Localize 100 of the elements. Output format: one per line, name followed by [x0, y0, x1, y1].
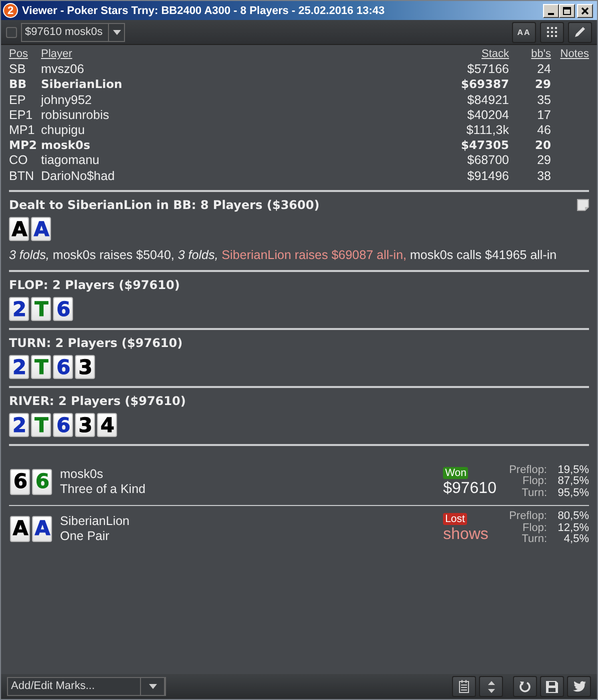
playing-card: 6 [53, 412, 73, 437]
up-down-icon [488, 680, 494, 692]
marks-dropdown[interactable]: Add/Edit Marks... [7, 677, 166, 696]
grid-icon [547, 27, 557, 37]
table-cell-text: $84921 [466, 92, 509, 108]
table-cell-text: 35 [536, 92, 551, 108]
table-cell-text: DarioNo$had [41, 168, 116, 184]
table-cell-text: mosk0s [41, 138, 92, 154]
street-title: Dealt to SiberianLion in BB: 8 Players ($3600) [9, 196, 320, 213]
table-cell-text: BTN [9, 168, 35, 184]
caret-icon [148, 684, 156, 689]
playing-card: T [31, 412, 51, 437]
table-cell-text: 29 [536, 153, 551, 169]
stepper-button[interactable] [479, 676, 503, 697]
notes-button[interactable] [452, 676, 476, 697]
hand-rank: One Pair [60, 528, 110, 544]
bird-icon [572, 681, 586, 692]
table-cell-text: EP1 [9, 108, 34, 124]
table-cell-text: robisunrobis [41, 108, 110, 124]
table-cell-text: MP2 [9, 138, 38, 154]
playing-card: 2 [9, 296, 29, 321]
playing-card: 4 [97, 412, 117, 437]
equity-value: 87,5% [556, 476, 589, 488]
window-title: Viewer - Poker Stars Trny: BB2400 A300 - 8 Players - 25.02.2016 13:43 [22, 4, 386, 16]
table-cell-text: $57166 [466, 62, 509, 78]
table-cell-text: mvsz06 [41, 62, 86, 78]
equity-label: Preflop: [509, 511, 547, 523]
equity-value: 4,5% [562, 534, 589, 546]
street-title: RIVER: 2 Players ($97610) [9, 392, 186, 409]
column-header[interactable]: Pos [9, 47, 39, 62]
pencil-icon [574, 26, 586, 38]
table-cell-text: SiberianLion [41, 77, 124, 93]
result-amount: $97610 [443, 478, 496, 498]
checkbox[interactable] [6, 26, 17, 38]
font-size-button[interactable]: AA [512, 22, 536, 42]
playing-card: A [9, 216, 29, 241]
table-cell-text: SB [9, 62, 27, 78]
table-cell-text: 17 [536, 108, 551, 124]
equity-label: Preflop: [509, 464, 547, 476]
caret-icon [112, 30, 120, 34]
equity-value: 80,5% [556, 511, 589, 523]
table-cell-text: MP1 [9, 123, 36, 138]
app-badge: 2 [3, 3, 18, 18]
playing-card: 3 [75, 354, 95, 379]
playing-card: 6 [53, 354, 73, 379]
equity-label: Flop: [522, 522, 547, 534]
table-cell-text: 29 [534, 77, 551, 93]
note-icon [577, 198, 589, 211]
column-header[interactable]: Notes [553, 47, 589, 62]
save-button[interactable] [540, 676, 564, 697]
equity-label: Flop: [522, 476, 547, 488]
table-cell-text: 20 [534, 138, 551, 154]
share-button[interactable] [567, 676, 591, 697]
table-cell-text: BB [9, 77, 28, 93]
equity-value: 19,5% [556, 464, 589, 476]
table-cell-text: $68700 [466, 153, 509, 169]
table-cell-text: $47305 [460, 138, 509, 154]
table-cell-text: $69387 [460, 77, 509, 93]
playing-card: A [31, 216, 51, 241]
table-cell-text: tiagomanu [41, 153, 100, 169]
maximize-button[interactable] [559, 4, 575, 18]
minimize-button[interactable] [543, 4, 559, 18]
outcome-badge: Lost [443, 513, 467, 526]
player-name: mosk0s [60, 467, 104, 482]
close-button[interactable] [577, 4, 593, 18]
table-cell-text: $40204 [466, 108, 509, 124]
grid-button[interactable] [540, 22, 564, 42]
playing-card: 2 [9, 354, 29, 379]
table-cell-text: 38 [536, 168, 551, 184]
action-summary: 3 folds, mosk0s raises $5040, 3 folds, SiberianLion raises $69087 all-in, mosk0s calls $41965 all-in [9, 246, 558, 263]
player-name: SiberianLion [60, 514, 130, 529]
street-title: FLOP: 2 Players ($97610) [9, 276, 180, 293]
table-cell-text: CO [9, 153, 29, 169]
table-cell-text: $91496 [466, 168, 509, 184]
equity-label: Turn: [520, 534, 547, 546]
column-header[interactable]: bb's [511, 47, 551, 62]
table-cell-text: 46 [536, 123, 551, 138]
playing-card: T [31, 354, 51, 379]
playing-card: 6 [10, 469, 30, 496]
playing-card: 2 [9, 412, 29, 437]
table-cell-text: EP [9, 92, 27, 108]
playing-card: 6 [53, 296, 73, 321]
street-title: TURN: 2 Players ($97610) [9, 334, 183, 351]
playing-card: 3 [75, 412, 95, 437]
hand-dropdown[interactable]: $97610 mosk0s [21, 22, 125, 42]
edit-button[interactable] [568, 22, 592, 42]
result-amount: shows [443, 525, 488, 544]
refresh-button[interactable] [513, 676, 537, 697]
outcome-badge: Won [443, 466, 468, 479]
table-cell-text: johny952 [41, 92, 93, 108]
column-header[interactable]: Player [41, 47, 427, 62]
close-icon [581, 6, 589, 14]
playing-card: T [31, 296, 51, 321]
equity-value: 95,5% [556, 488, 589, 500]
notepad-icon [459, 680, 469, 693]
column-header[interactable]: Stack [429, 47, 509, 62]
playing-card: A [32, 516, 52, 542]
refresh-icon [519, 680, 531, 692]
playing-card: 6 [32, 469, 52, 496]
table-cell-text: 24 [536, 62, 551, 78]
